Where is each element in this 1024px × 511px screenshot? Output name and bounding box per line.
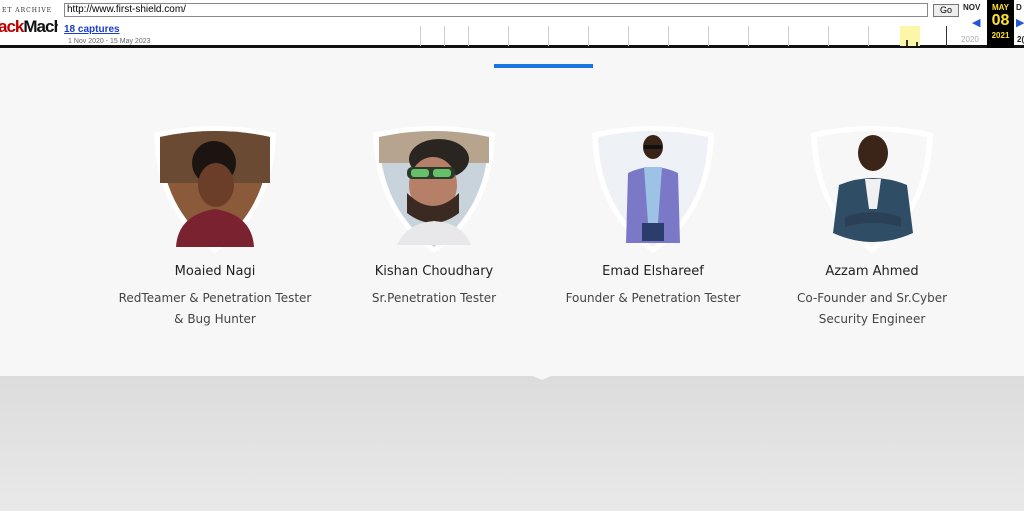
wayback-logo-main: ackMachine xyxy=(0,17,58,37)
wayback-logo-top: ET ARCHIVE xyxy=(2,7,53,14)
footer-band xyxy=(0,376,1024,511)
current-month: MAY xyxy=(991,3,1010,12)
wayback-next-year[interactable]: 2( xyxy=(1017,35,1024,44)
wayback-captures-link[interactable]: 18 captures xyxy=(64,24,120,35)
wayback-url-input[interactable]: http://www.first-shield.com/ xyxy=(64,3,928,17)
member-photo xyxy=(148,123,282,255)
current-day: 08 xyxy=(991,12,1010,29)
team-member-card: Moaied Nagi RedTeamer & Penetration Test… xyxy=(105,123,325,330)
member-role: Sr.Penetration Tester xyxy=(371,291,497,305)
wayback-sparkline[interactable] xyxy=(420,22,960,46)
wayback-next-month[interactable]: D xyxy=(1016,3,1022,12)
member-role: Founder & Penetration Tester xyxy=(565,291,741,305)
member-4-portrait xyxy=(811,126,933,253)
wayback-prev-arrow-icon[interactable]: ◀ xyxy=(972,16,980,29)
member-name: Kishan Choudhary xyxy=(374,264,494,279)
team-section: Moaied Nagi RedTeamer & Penetration Test… xyxy=(0,51,1024,376)
wayback-prev-month[interactable]: NOV xyxy=(963,3,980,12)
member-1-portrait xyxy=(154,126,276,253)
wayback-current-date: MAY 08 2021 xyxy=(987,0,1014,48)
wayback-next-arrow-icon[interactable]: ▶ xyxy=(1016,16,1024,29)
wayback-logo-dark: Machine xyxy=(23,17,58,36)
team-member-card: Azzam Ahmed Co-Founder and Sr.Cyber Secu… xyxy=(762,123,982,330)
team-member-card: Kishan Choudhary Sr.Penetration Tester xyxy=(324,123,544,309)
member-2-portrait xyxy=(373,126,495,253)
member-name: Azzam Ahmed xyxy=(825,264,919,279)
member-role: RedTeamer & Penetration Tester & Bug Hun… xyxy=(118,291,312,326)
wayback-logo[interactable]: ET ARCHIVE ackMachine xyxy=(0,4,58,44)
wayback-toolbar: ET ARCHIVE ackMachine http://www.first-s… xyxy=(0,0,1024,48)
member-3-portrait xyxy=(592,126,714,253)
current-year: 2021 xyxy=(991,31,1010,40)
section-notch xyxy=(524,372,560,380)
section-accent-line xyxy=(494,64,593,68)
wayback-date-range: 1 Nov 2020 - 15 May 2023 xyxy=(68,38,151,45)
member-name: Moaied Nagi xyxy=(174,264,256,279)
wayback-prev-year[interactable]: 2020 xyxy=(961,35,979,44)
member-photo xyxy=(805,123,939,255)
member-name: Emad Elshareef xyxy=(602,264,704,279)
member-photo xyxy=(367,123,501,255)
wayback-logo-red: ack xyxy=(0,17,24,36)
member-role: Co-Founder and Sr.Cyber Security Enginee… xyxy=(796,291,948,326)
wayback-go-button[interactable]: Go xyxy=(933,4,959,17)
member-photo xyxy=(586,123,720,255)
team-member-card: Emad Elshareef Founder & Penetration Tes… xyxy=(543,123,763,309)
